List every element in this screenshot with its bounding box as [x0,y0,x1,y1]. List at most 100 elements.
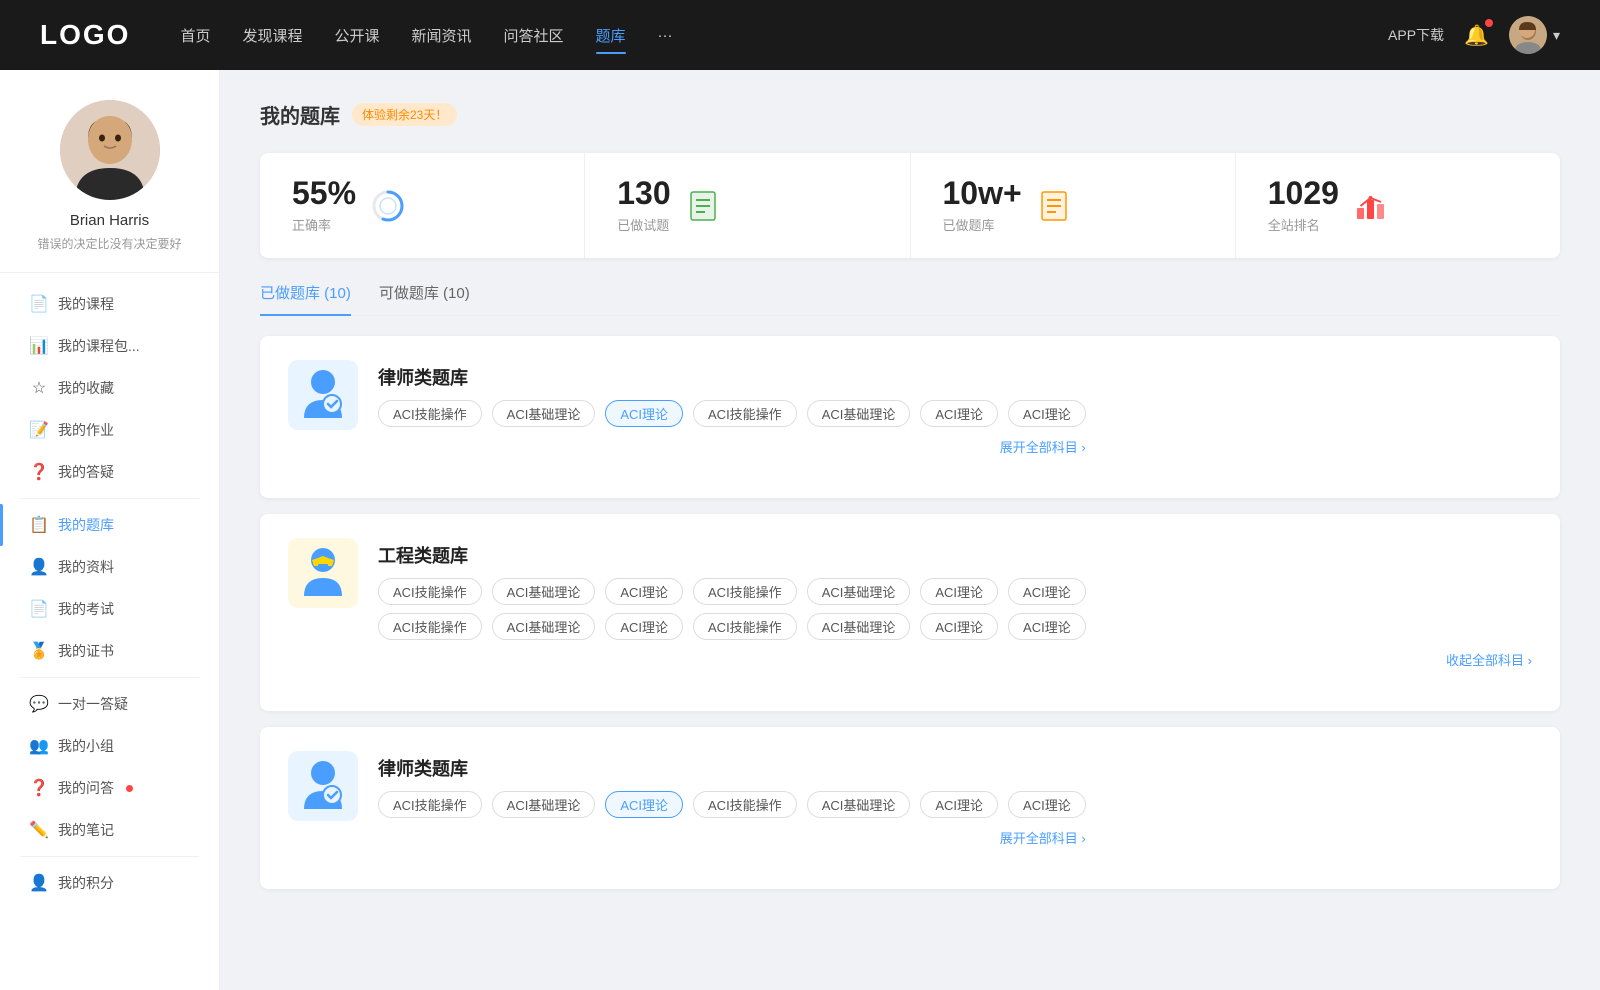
bank-title-2: 律师类题库 ACI技能操作 ACI基础理论 ACI理论 ACI技能操作 ACI基… [378,751,1086,847]
tag-0-4[interactable]: ACI基础理论 [807,400,911,427]
sidebar-item-group[interactable]: 👥 我的小组 [0,725,219,767]
nav-qa[interactable]: 问答社区 [504,21,564,50]
page-title: 我的题库 [260,100,340,129]
sidebar-item-label: 我的收藏 [58,378,114,398]
stat-info-correct: 55% 正确率 [292,177,356,234]
bank-card-2: 律师类题库 ACI技能操作 ACI基础理论 ACI理论 ACI技能操作 ACI基… [260,727,1560,889]
expand-link-2[interactable]: 展开全部科目 › [378,828,1086,847]
tag-2-0[interactable]: ACI技能操作 [378,791,482,818]
tags-row-2: ACI技能操作 ACI基础理论 ACI理论 ACI技能操作 ACI基础理论 AC… [378,791,1086,818]
sidebar-item-favorites[interactable]: ☆ 我的收藏 [0,367,219,409]
nav-menu: 首页 发现课程 公开课 新闻资讯 问答社区 题库 ··· [180,21,1388,50]
sidebar-item-profile[interactable]: 👤 我的资料 [0,546,219,588]
tab-available[interactable]: 可做题库 (10) [379,282,470,315]
tag-2-6[interactable]: ACI理论 [1008,791,1086,818]
stat-info-questions: 130 已做试题 [617,177,670,234]
points-icon: 👤 [30,874,48,892]
sidebar-item-1on1[interactable]: 💬 一对一答疑 [0,683,219,725]
stat-info-bank: 10w+ 已做题库 [943,177,1022,234]
my-qa-icon: ❓ [30,779,48,797]
engineer-bank-icon [288,538,358,608]
nav-question-bank[interactable]: 题库 [596,21,626,50]
bank-title-0: 律师类题库 ACI技能操作 ACI基础理论 ACI理论 ACI技能操作 ACI基… [378,360,1086,456]
stat-label-ranking: 全站排名 [1268,215,1339,234]
tag-2-2[interactable]: ACI理论 [605,791,683,818]
tags-row-1a: ACI技能操作 ACI基础理论 ACI理论 ACI技能操作 ACI基础理论 AC… [378,578,1532,605]
notification-badge [1485,19,1493,27]
sidebar-divider-1 [20,498,199,499]
profile-section: Brian Harris 错误的决定比没有决定要好 [0,100,219,273]
tag-2-3[interactable]: ACI技能操作 [693,791,797,818]
stat-value-bank: 10w+ [943,177,1022,209]
tag-1-13[interactable]: ACI理论 [1008,613,1086,640]
profile-avatar [60,100,160,200]
sidebar-item-label: 我的课程包... [58,336,140,356]
sidebar-item-label: 我的答疑 [58,462,114,482]
tab-done[interactable]: 已做题库 (10) [260,282,351,315]
sidebar-item-question-bank[interactable]: 📋 我的题库 [0,504,219,546]
tag-0-1[interactable]: ACI基础理论 [492,400,596,427]
sidebar-item-label: 我的笔记 [58,820,114,840]
tag-1-6[interactable]: ACI理论 [1008,578,1086,605]
question-bank-icon: 📋 [30,516,48,534]
sidebar-item-qa[interactable]: ❓ 我的答疑 [0,451,219,493]
sidebar-item-notes[interactable]: ✏️ 我的笔记 [0,809,219,851]
tag-1-10[interactable]: ACI技能操作 [693,613,797,640]
app-download-link[interactable]: APP下载 [1388,25,1444,45]
tag-0-3[interactable]: ACI技能操作 [693,400,797,427]
sidebar-item-my-qa[interactable]: ❓ 我的问答 [0,767,219,809]
qa-icon: ❓ [30,463,48,481]
nav-home[interactable]: 首页 [180,21,210,50]
tag-1-11[interactable]: ACI基础理论 [807,613,911,640]
sidebar-item-label: 我的考试 [58,599,114,619]
sidebar-item-label: 我的积分 [58,873,114,893]
nav-open-course[interactable]: 公开课 [334,21,379,50]
sidebar-item-course[interactable]: 📄 我的课程 [0,283,219,325]
nav-more[interactable]: ··· [658,23,673,48]
tag-2-4[interactable]: ACI基础理论 [807,791,911,818]
tag-0-6[interactable]: ACI理论 [1008,400,1086,427]
tag-1-9[interactable]: ACI理论 [605,613,683,640]
ranking-icon [1353,188,1389,224]
tag-1-1[interactable]: ACI基础理论 [492,578,596,605]
notes-icon: ✏️ [30,821,48,839]
dropdown-arrow: ▾ [1553,27,1560,44]
sidebar-item-label: 我的小组 [58,736,114,756]
exam-icon: 📄 [30,600,48,618]
tag-1-3[interactable]: ACI技能操作 [693,578,797,605]
tag-2-1[interactable]: ACI基础理论 [492,791,596,818]
sidebar-item-certificate[interactable]: 🏅 我的证书 [0,630,219,672]
navbar-right: APP下载 🔔 ▾ [1388,16,1560,54]
stats-row: 55% 正确率 130 已做试题 [260,153,1560,258]
tag-1-4[interactable]: ACI基础理论 [807,578,911,605]
bank-card-1: 工程类题库 ACI技能操作 ACI基础理论 ACI理论 ACI技能操作 ACI基… [260,514,1560,711]
tag-1-7[interactable]: ACI技能操作 [378,613,482,640]
collapse-link-1[interactable]: 收起全部科目 › [378,650,1532,669]
tag-0-2[interactable]: ACI理论 [605,400,683,427]
tag-1-5[interactable]: ACI理论 [920,578,998,605]
qa-badge-dot [126,785,133,792]
expand-link-0[interactable]: 展开全部科目 › [378,437,1086,456]
stat-value-correct: 55% [292,177,356,209]
tag-1-12[interactable]: ACI理论 [920,613,998,640]
sidebar-item-label: 我的题库 [58,515,114,535]
tag-0-5[interactable]: ACI理论 [920,400,998,427]
sidebar-item-points[interactable]: 👤 我的积分 [0,862,219,904]
stat-bank-done: 10w+ 已做题库 [911,153,1236,258]
tag-1-2[interactable]: ACI理论 [605,578,683,605]
tag-2-5[interactable]: ACI理论 [920,791,998,818]
tag-1-8[interactable]: ACI基础理论 [492,613,596,640]
user-avatar-menu[interactable]: ▾ [1509,16,1560,54]
notification-bell[interactable]: 🔔 [1464,23,1489,48]
sidebar-item-homework[interactable]: 📝 我的作业 [0,409,219,451]
sidebar-divider-2 [20,677,199,678]
lawyer-bank-icon-2 [288,751,358,821]
nav-news[interactable]: 新闻资讯 [412,21,472,50]
stat-label-bank: 已做题库 [943,215,1022,234]
sidebar-item-course-package[interactable]: 📊 我的课程包... [0,325,219,367]
tag-1-0[interactable]: ACI技能操作 [378,578,482,605]
tabs-row: 已做题库 (10) 可做题库 (10) [260,282,1560,316]
sidebar-item-exam[interactable]: 📄 我的考试 [0,588,219,630]
tag-0-0[interactable]: ACI技能操作 [378,400,482,427]
nav-discover[interactable]: 发现课程 [242,21,302,50]
